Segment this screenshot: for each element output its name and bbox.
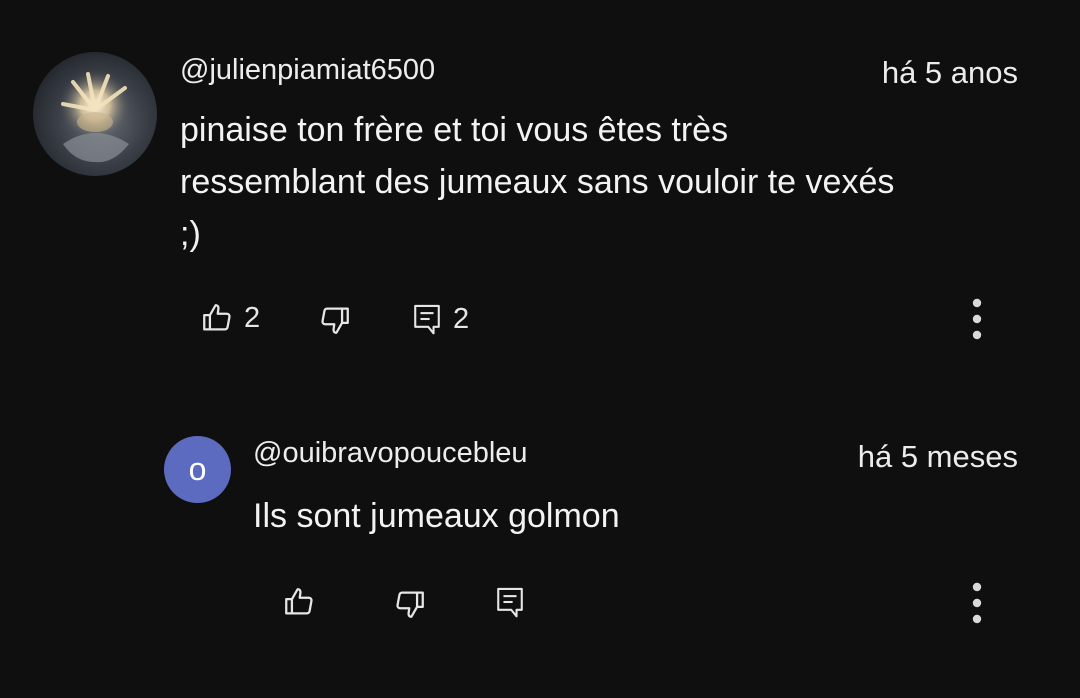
comment-author[interactable]: @julienpiamiat6500 bbox=[180, 54, 435, 87]
reply-button[interactable]: 2 bbox=[411, 302, 469, 336]
reply-count: 2 bbox=[453, 302, 470, 335]
reply-avatar[interactable]: o bbox=[164, 436, 231, 503]
reply-like-button[interactable] bbox=[282, 585, 316, 619]
reply-timestamp: há 5 meses bbox=[857, 439, 1018, 474]
avatar[interactable] bbox=[33, 52, 157, 176]
comment-text: pinaise ton frère et toi vous êtes très … bbox=[180, 104, 1060, 260]
comment-timestamp: há 5 anos bbox=[881, 55, 1018, 90]
thumbs-down-icon bbox=[393, 587, 427, 621]
thumbs-up-icon bbox=[200, 301, 234, 335]
more-vertical-icon[interactable] bbox=[966, 582, 988, 626]
comment-icon bbox=[494, 585, 526, 619]
like-count: 2 bbox=[244, 301, 261, 334]
reply-dislike-button[interactable] bbox=[393, 587, 427, 621]
comment-icon bbox=[411, 302, 443, 336]
dislike-button[interactable] bbox=[318, 303, 352, 337]
reply-reply-button[interactable] bbox=[494, 585, 526, 619]
more-vertical-icon[interactable] bbox=[966, 298, 988, 342]
comment-text-line: pinaise ton frère et toi vous êtes très bbox=[180, 111, 729, 149]
like-button[interactable]: 2 bbox=[200, 301, 260, 335]
reply-text: Ils sont jumeaux golmon bbox=[253, 497, 620, 535]
thumbs-down-icon bbox=[318, 303, 352, 337]
avatar-image bbox=[49, 64, 141, 163]
comment-text-line: ;) bbox=[180, 215, 201, 253]
reply-author[interactable]: @ouibravopoucebleu bbox=[253, 437, 528, 470]
comment-text-line: ressemblant des jumeaux sans vouloir te … bbox=[180, 163, 895, 201]
thumbs-up-icon bbox=[282, 585, 316, 619]
